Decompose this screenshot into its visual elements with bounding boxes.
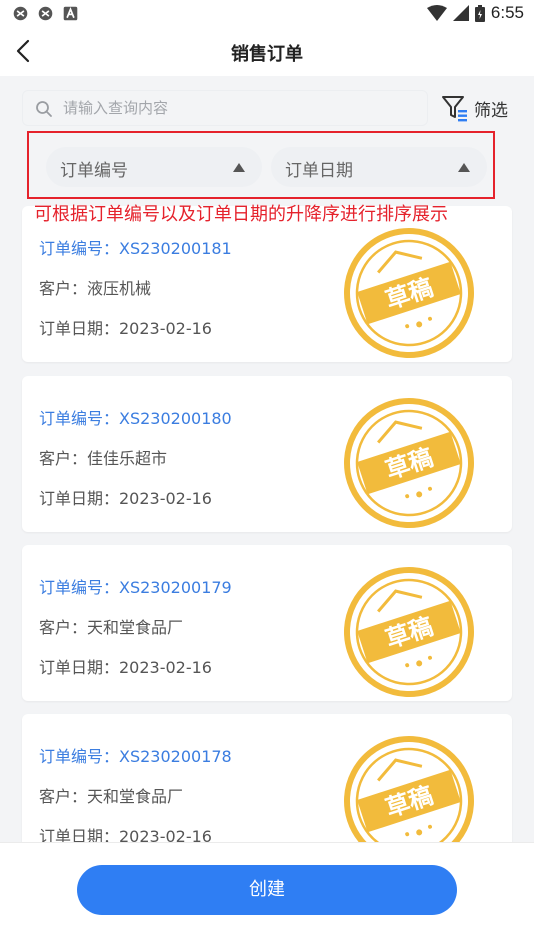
order-customer: 客户：天和堂食品厂: [39, 787, 184, 806]
system-status: 6:55: [426, 3, 524, 23]
sort-up-arrow-icon: [458, 163, 470, 172]
filter-button[interactable]: 筛选: [440, 93, 508, 123]
order-number: 订单编号：XS230200180: [39, 409, 232, 428]
draft-stamp-icon: 草稿: [344, 398, 474, 528]
search-icon: [36, 101, 52, 117]
sort-label: 订单日期: [285, 161, 353, 181]
order-customer: 客户：天和堂食品厂: [39, 618, 184, 637]
order-date: 订单日期：2023-02-16: [39, 319, 212, 338]
wifi-icon: [426, 5, 447, 21]
order-number: 订单编号：XS230200179: [39, 578, 232, 597]
sort-by-order-date-button[interactable]: 订单日期: [271, 147, 487, 187]
svg-text:草稿: 草稿: [382, 612, 436, 653]
order-card[interactable]: 订单编号：XS230200180 客户：佳佳乐超市 订单日期：2023-02-1…: [22, 376, 512, 532]
filter-label: 筛选: [474, 100, 508, 121]
create-button[interactable]: 创建: [77, 865, 457, 915]
status-bar: 6:55: [0, 0, 534, 28]
annotation-text: 可根据订单编号以及订单日期的升降序进行排序展示: [34, 204, 448, 225]
draft-stamp-icon: 草稿: [344, 567, 474, 697]
app-notification-icon: [13, 6, 28, 21]
svg-text:草稿: 草稿: [382, 443, 436, 484]
signal-icon: [452, 5, 469, 21]
order-date: 订单日期：2023-02-16: [39, 489, 212, 508]
search-input[interactable]: [63, 91, 423, 125]
svg-text:草稿: 草稿: [382, 781, 436, 822]
order-card[interactable]: 订单编号：XS230200179 客户：天和堂食品厂 订单日期：2023-02-…: [22, 545, 512, 701]
order-number: 订单编号：XS230200178: [39, 747, 232, 766]
page-title: 销售订单: [231, 44, 303, 65]
sort-by-order-number-button[interactable]: 订单编号: [46, 147, 262, 187]
order-card[interactable]: 订单编号：XS230200178 客户：天和堂食品厂 订单日期：2023-02-…: [22, 714, 512, 842]
order-customer: 客户：佳佳乐超市: [39, 449, 168, 468]
sort-bar-highlight: 订单编号 订单日期: [27, 131, 495, 199]
sort-up-arrow-icon: [233, 163, 245, 172]
order-date: 订单日期：2023-02-16: [39, 658, 212, 677]
search-box[interactable]: [22, 90, 428, 126]
order-card[interactable]: 订单编号：XS230200181 客户：液压机械 订单日期：2023-02-16…: [22, 206, 512, 362]
app-notification-icon: [38, 6, 53, 21]
bottom-action-bar: 创建: [0, 842, 534, 950]
order-customer: 客户：液压机械: [39, 279, 152, 298]
notification-icons: [12, 5, 79, 22]
draft-stamp-icon: 草稿: [344, 228, 474, 358]
order-list-page: 筛选 订单编号 订单日期 订单编号：XS230200181 客户：液压机械 订单…: [0, 76, 534, 842]
battery-icon: [474, 4, 485, 22]
svg-text:草稿: 草稿: [382, 273, 436, 314]
draft-stamp-icon: 草稿: [344, 736, 474, 842]
filter-icon: [442, 96, 467, 122]
nav-bar: 销售订单: [0, 28, 534, 74]
order-number: 订单编号：XS230200181: [39, 239, 232, 258]
clock: 6:55: [490, 3, 524, 22]
order-date: 订单日期：2023-02-16: [39, 827, 212, 842]
sort-label: 订单编号: [60, 161, 128, 181]
text-notification-icon: [63, 6, 78, 21]
